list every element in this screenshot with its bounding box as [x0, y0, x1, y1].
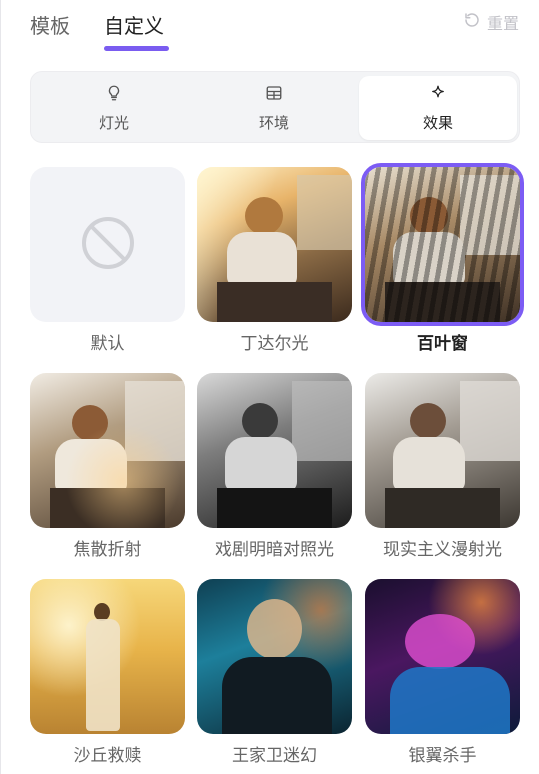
effect-label: 百叶窗 [417, 334, 468, 354]
effect-label: 戏剧明暗对照光 [215, 540, 334, 560]
panel-left-border [0, 0, 1, 774]
effect-label: 沙丘救赎 [73, 746, 142, 766]
tab-custom[interactable]: 自定义 [104, 10, 164, 39]
effect-thumbnail [197, 373, 352, 528]
effect-thumbnail [30, 373, 185, 528]
segment-environment-label: 环境 [258, 113, 289, 132]
segment-effects-label: 效果 [422, 113, 453, 132]
effect-label: 现实主义漫射光 [383, 540, 502, 560]
effect-label: 焦散折射 [73, 540, 142, 560]
effect-card-realistic-diffuse[interactable]: 现实主义漫射光 [365, 373, 520, 560]
segment-lighting[interactable]: 灯光 [35, 76, 193, 140]
reset-button[interactable]: 重置 [463, 10, 519, 34]
segment-lighting-label: 灯光 [98, 113, 129, 132]
panel-header: 模板 自定义 重置 [0, 0, 539, 56]
effect-thumbnail [365, 579, 520, 734]
effect-card-chiaroscuro[interactable]: 戏剧明暗对照光 [197, 373, 352, 560]
tab-template[interactable]: 模板 [30, 10, 70, 39]
segment-effects[interactable]: 效果 [359, 76, 517, 140]
effect-thumbnail [361, 163, 524, 326]
tab-active-indicator [104, 46, 169, 51]
reset-label: 重置 [486, 14, 519, 33]
effect-label: 丁达尔光 [240, 334, 309, 354]
ban-icon [80, 215, 136, 275]
segment-environment[interactable]: 环境 [195, 76, 353, 140]
effect-label: 银翼杀手 [408, 746, 477, 766]
effect-label: 王家卫迷幻 [232, 746, 317, 766]
reset-icon [463, 11, 487, 33]
effect-card-caustics[interactable]: 焦散折射 [30, 373, 185, 560]
sparkle-icon [429, 84, 447, 112]
effect-card-blade-runner[interactable]: 银翼杀手 [365, 579, 520, 766]
effect-card-dune[interactable]: 沙丘救赎 [30, 579, 185, 766]
effect-thumbnail [30, 579, 185, 734]
effect-thumbnail [197, 167, 352, 322]
effect-label: 默认 [90, 334, 125, 354]
window-icon [265, 84, 283, 112]
effect-thumbnail [365, 373, 520, 528]
effect-card-blinds[interactable]: 百叶窗 [361, 163, 524, 354]
bulb-icon [105, 84, 123, 112]
effect-category-switch: 灯光 环境 效果 [30, 71, 520, 143]
effect-thumbnail [197, 579, 352, 734]
effect-card-wkw-psychedelic[interactable]: 王家卫迷幻 [197, 579, 352, 766]
effect-card-default[interactable]: 默认 [30, 167, 185, 354]
effect-thumbnail [30, 167, 185, 322]
effect-card-tyndall[interactable]: 丁达尔光 [197, 167, 352, 354]
